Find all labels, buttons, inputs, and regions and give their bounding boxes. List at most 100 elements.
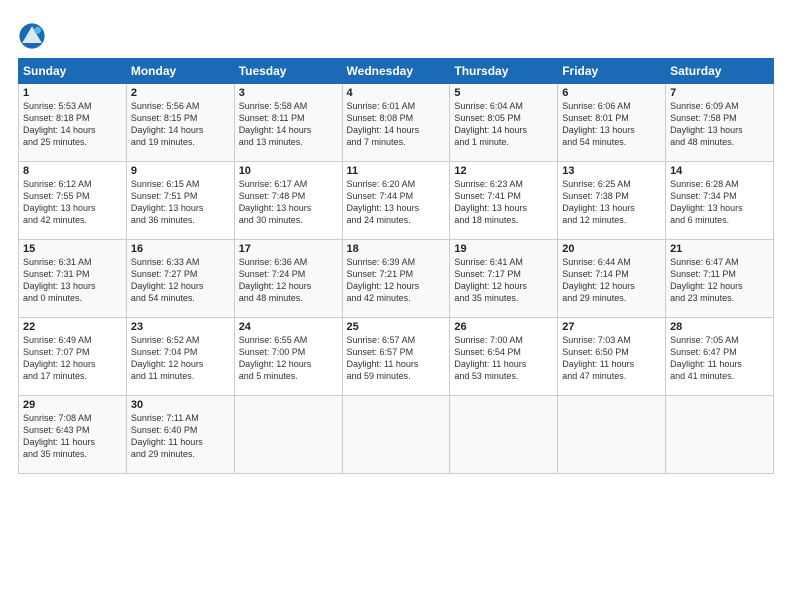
day-number: 27 bbox=[562, 321, 661, 333]
day-number: 1 bbox=[23, 87, 122, 99]
day-number: 8 bbox=[23, 165, 122, 177]
day-cell: 21Sunrise: 6:47 AM Sunset: 7:11 PM Dayli… bbox=[666, 240, 774, 318]
day-cell bbox=[342, 396, 450, 474]
day-cell: 9Sunrise: 6:15 AM Sunset: 7:51 PM Daylig… bbox=[126, 162, 234, 240]
day-info: Sunrise: 6:04 AM Sunset: 8:05 PM Dayligh… bbox=[454, 100, 553, 149]
day-cell: 18Sunrise: 6:39 AM Sunset: 7:21 PM Dayli… bbox=[342, 240, 450, 318]
day-info: Sunrise: 6:44 AM Sunset: 7:14 PM Dayligh… bbox=[562, 256, 661, 305]
col-header-sunday: Sunday bbox=[19, 59, 127, 84]
day-cell bbox=[450, 396, 558, 474]
day-cell: 1Sunrise: 5:53 AM Sunset: 8:18 PM Daylig… bbox=[19, 84, 127, 162]
day-cell: 12Sunrise: 6:23 AM Sunset: 7:41 PM Dayli… bbox=[450, 162, 558, 240]
day-cell: 29Sunrise: 7:08 AM Sunset: 6:43 PM Dayli… bbox=[19, 396, 127, 474]
day-number: 10 bbox=[239, 165, 338, 177]
day-number: 7 bbox=[670, 87, 769, 99]
day-cell: 10Sunrise: 6:17 AM Sunset: 7:48 PM Dayli… bbox=[234, 162, 342, 240]
day-cell: 11Sunrise: 6:20 AM Sunset: 7:44 PM Dayli… bbox=[342, 162, 450, 240]
day-cell: 16Sunrise: 6:33 AM Sunset: 7:27 PM Dayli… bbox=[126, 240, 234, 318]
day-cell: 27Sunrise: 7:03 AM Sunset: 6:50 PM Dayli… bbox=[558, 318, 666, 396]
day-cell: 20Sunrise: 6:44 AM Sunset: 7:14 PM Dayli… bbox=[558, 240, 666, 318]
day-info: Sunrise: 6:36 AM Sunset: 7:24 PM Dayligh… bbox=[239, 256, 338, 305]
day-cell: 25Sunrise: 6:57 AM Sunset: 6:57 PM Dayli… bbox=[342, 318, 450, 396]
day-info: Sunrise: 6:01 AM Sunset: 8:08 PM Dayligh… bbox=[347, 100, 446, 149]
day-cell: 14Sunrise: 6:28 AM Sunset: 7:34 PM Dayli… bbox=[666, 162, 774, 240]
week-row-4: 22Sunrise: 6:49 AM Sunset: 7:07 PM Dayli… bbox=[19, 318, 774, 396]
day-number: 25 bbox=[347, 321, 446, 333]
day-number: 24 bbox=[239, 321, 338, 333]
day-info: Sunrise: 7:11 AM Sunset: 6:40 PM Dayligh… bbox=[131, 412, 230, 461]
week-row-2: 8Sunrise: 6:12 AM Sunset: 7:55 PM Daylig… bbox=[19, 162, 774, 240]
day-info: Sunrise: 6:15 AM Sunset: 7:51 PM Dayligh… bbox=[131, 178, 230, 227]
week-row-5: 29Sunrise: 7:08 AM Sunset: 6:43 PM Dayli… bbox=[19, 396, 774, 474]
day-cell: 24Sunrise: 6:55 AM Sunset: 7:00 PM Dayli… bbox=[234, 318, 342, 396]
day-info: Sunrise: 6:52 AM Sunset: 7:04 PM Dayligh… bbox=[131, 334, 230, 383]
day-number: 19 bbox=[454, 243, 553, 255]
day-number: 14 bbox=[670, 165, 769, 177]
col-header-friday: Friday bbox=[558, 59, 666, 84]
day-info: Sunrise: 6:06 AM Sunset: 8:01 PM Dayligh… bbox=[562, 100, 661, 149]
day-info: Sunrise: 5:53 AM Sunset: 8:18 PM Dayligh… bbox=[23, 100, 122, 149]
day-number: 28 bbox=[670, 321, 769, 333]
week-row-3: 15Sunrise: 6:31 AM Sunset: 7:31 PM Dayli… bbox=[19, 240, 774, 318]
day-info: Sunrise: 6:20 AM Sunset: 7:44 PM Dayligh… bbox=[347, 178, 446, 227]
col-header-saturday: Saturday bbox=[666, 59, 774, 84]
day-number: 29 bbox=[23, 399, 122, 411]
day-info: Sunrise: 6:25 AM Sunset: 7:38 PM Dayligh… bbox=[562, 178, 661, 227]
day-info: Sunrise: 6:23 AM Sunset: 7:41 PM Dayligh… bbox=[454, 178, 553, 227]
logo bbox=[18, 22, 50, 50]
day-cell bbox=[558, 396, 666, 474]
day-info: Sunrise: 6:12 AM Sunset: 7:55 PM Dayligh… bbox=[23, 178, 122, 227]
day-cell: 13Sunrise: 6:25 AM Sunset: 7:38 PM Dayli… bbox=[558, 162, 666, 240]
calendar-table: SundayMondayTuesdayWednesdayThursdayFrid… bbox=[18, 58, 774, 474]
day-cell: 2Sunrise: 5:56 AM Sunset: 8:15 PM Daylig… bbox=[126, 84, 234, 162]
day-cell bbox=[666, 396, 774, 474]
day-info: Sunrise: 6:31 AM Sunset: 7:31 PM Dayligh… bbox=[23, 256, 122, 305]
day-number: 30 bbox=[131, 399, 230, 411]
day-info: Sunrise: 6:47 AM Sunset: 7:11 PM Dayligh… bbox=[670, 256, 769, 305]
day-number: 5 bbox=[454, 87, 553, 99]
day-number: 13 bbox=[562, 165, 661, 177]
day-number: 17 bbox=[239, 243, 338, 255]
day-info: Sunrise: 7:08 AM Sunset: 6:43 PM Dayligh… bbox=[23, 412, 122, 461]
day-cell: 7Sunrise: 6:09 AM Sunset: 7:58 PM Daylig… bbox=[666, 84, 774, 162]
day-cell: 6Sunrise: 6:06 AM Sunset: 8:01 PM Daylig… bbox=[558, 84, 666, 162]
col-header-wednesday: Wednesday bbox=[342, 59, 450, 84]
day-number: 9 bbox=[131, 165, 230, 177]
logo-icon bbox=[18, 22, 46, 50]
day-info: Sunrise: 7:00 AM Sunset: 6:54 PM Dayligh… bbox=[454, 334, 553, 383]
day-number: 12 bbox=[454, 165, 553, 177]
day-cell: 28Sunrise: 7:05 AM Sunset: 6:47 PM Dayli… bbox=[666, 318, 774, 396]
day-info: Sunrise: 6:39 AM Sunset: 7:21 PM Dayligh… bbox=[347, 256, 446, 305]
day-cell: 15Sunrise: 6:31 AM Sunset: 7:31 PM Dayli… bbox=[19, 240, 127, 318]
col-header-monday: Monday bbox=[126, 59, 234, 84]
day-number: 21 bbox=[670, 243, 769, 255]
day-number: 3 bbox=[239, 87, 338, 99]
day-info: Sunrise: 7:03 AM Sunset: 6:50 PM Dayligh… bbox=[562, 334, 661, 383]
day-cell: 17Sunrise: 6:36 AM Sunset: 7:24 PM Dayli… bbox=[234, 240, 342, 318]
day-cell: 8Sunrise: 6:12 AM Sunset: 7:55 PM Daylig… bbox=[19, 162, 127, 240]
day-number: 2 bbox=[131, 87, 230, 99]
day-info: Sunrise: 6:33 AM Sunset: 7:27 PM Dayligh… bbox=[131, 256, 230, 305]
day-info: Sunrise: 6:49 AM Sunset: 7:07 PM Dayligh… bbox=[23, 334, 122, 383]
day-info: Sunrise: 6:28 AM Sunset: 7:34 PM Dayligh… bbox=[670, 178, 769, 227]
header bbox=[18, 18, 774, 50]
day-number: 22 bbox=[23, 321, 122, 333]
day-info: Sunrise: 7:05 AM Sunset: 6:47 PM Dayligh… bbox=[670, 334, 769, 383]
day-cell bbox=[234, 396, 342, 474]
day-info: Sunrise: 5:58 AM Sunset: 8:11 PM Dayligh… bbox=[239, 100, 338, 149]
day-number: 4 bbox=[347, 87, 446, 99]
col-header-thursday: Thursday bbox=[450, 59, 558, 84]
header-row: SundayMondayTuesdayWednesdayThursdayFrid… bbox=[19, 59, 774, 84]
day-number: 6 bbox=[562, 87, 661, 99]
week-row-1: 1Sunrise: 5:53 AM Sunset: 8:18 PM Daylig… bbox=[19, 84, 774, 162]
day-number: 26 bbox=[454, 321, 553, 333]
col-header-tuesday: Tuesday bbox=[234, 59, 342, 84]
day-info: Sunrise: 6:41 AM Sunset: 7:17 PM Dayligh… bbox=[454, 256, 553, 305]
day-info: Sunrise: 5:56 AM Sunset: 8:15 PM Dayligh… bbox=[131, 100, 230, 149]
day-info: Sunrise: 6:55 AM Sunset: 7:00 PM Dayligh… bbox=[239, 334, 338, 383]
day-info: Sunrise: 6:57 AM Sunset: 6:57 PM Dayligh… bbox=[347, 334, 446, 383]
day-number: 11 bbox=[347, 165, 446, 177]
day-cell: 23Sunrise: 6:52 AM Sunset: 7:04 PM Dayli… bbox=[126, 318, 234, 396]
day-number: 23 bbox=[131, 321, 230, 333]
day-cell: 4Sunrise: 6:01 AM Sunset: 8:08 PM Daylig… bbox=[342, 84, 450, 162]
